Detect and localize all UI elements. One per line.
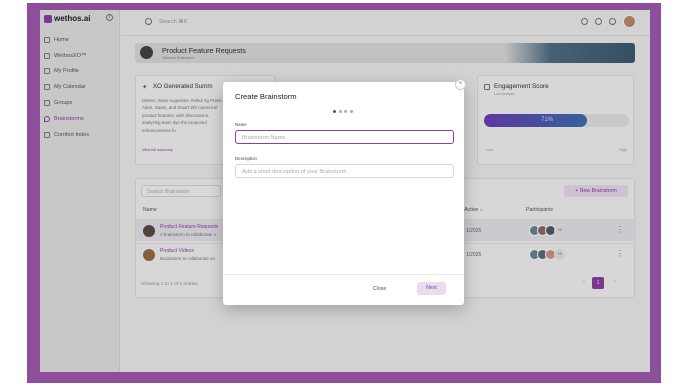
step-dot xyxy=(349,110,353,113)
description-field-label: Description xyxy=(235,156,257,161)
create-brainstorm-dialog: Create Brainstorm × Name Brainstorm Name… xyxy=(223,79,466,305)
brainstorm-description-input[interactable]: Add a short description of your Brainsto… xyxy=(235,164,454,178)
close-button[interactable]: Close xyxy=(373,286,386,292)
next-button[interactable]: Next xyxy=(417,282,446,295)
app-screen: wethos.ai i Home WethosXO™ My Profile My… xyxy=(40,10,650,372)
brainstorm-name-input[interactable]: Brainstorm Name xyxy=(235,130,454,144)
step-indicator xyxy=(333,110,353,113)
step-dot xyxy=(333,110,336,113)
dialog-footer-divider xyxy=(223,274,464,275)
close-icon[interactable]: × xyxy=(455,79,466,90)
name-field-label: Name xyxy=(235,122,247,127)
step-dot xyxy=(344,110,347,113)
step-dot xyxy=(338,110,342,113)
dialog-title: Create Brainstorm xyxy=(235,92,297,101)
